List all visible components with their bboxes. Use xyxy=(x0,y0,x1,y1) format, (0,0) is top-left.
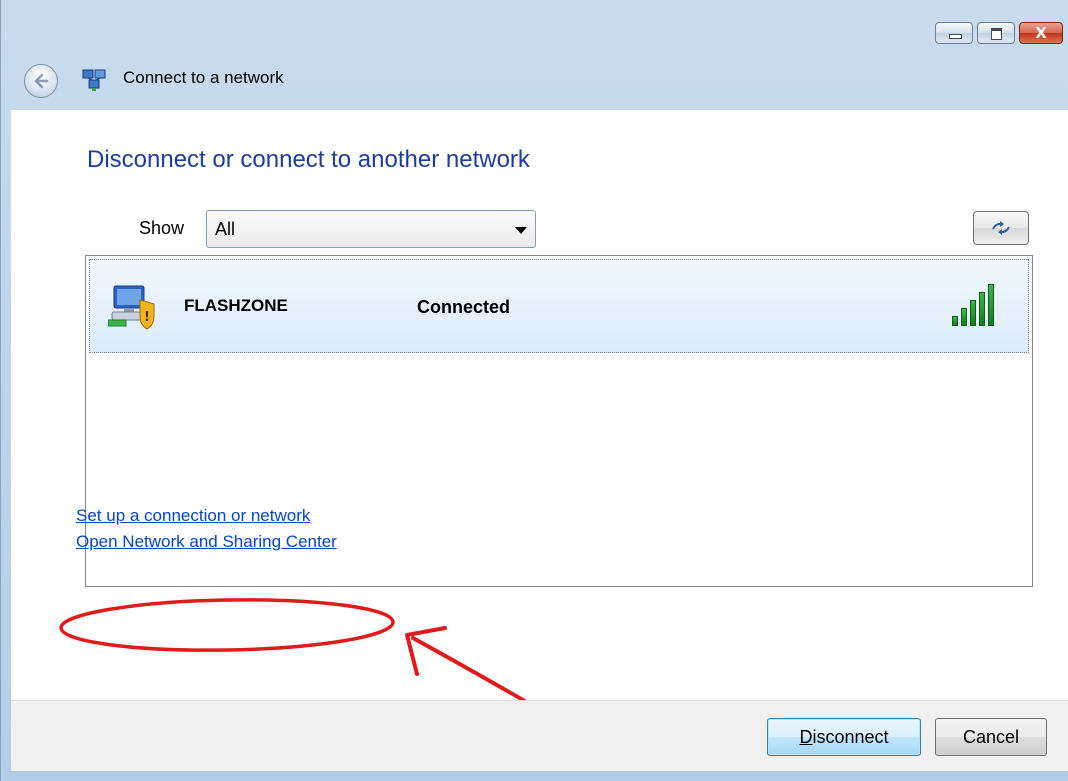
show-filter-value: All xyxy=(215,219,236,239)
maximize-icon xyxy=(991,28,1002,40)
minimize-icon xyxy=(949,34,962,39)
network-icon xyxy=(82,69,106,91)
page-heading: Disconnect or connect to another network xyxy=(87,146,530,173)
cancel-button[interactable]: Cancel xyxy=(935,718,1047,756)
computer-network-icon: ! xyxy=(108,285,155,330)
chevron-down-icon xyxy=(515,227,527,234)
minimize-button[interactable] xyxy=(935,22,973,44)
signal-bar xyxy=(979,292,985,326)
disconnect-label: isconnect xyxy=(812,726,889,747)
back-arrow-icon xyxy=(34,73,49,89)
dialog-footer: Disconnect Cancel xyxy=(11,700,1068,771)
disconnect-accelerator: D xyxy=(799,726,813,747)
refresh-icon xyxy=(992,221,1010,235)
network-status: Connected xyxy=(417,297,511,317)
close-button[interactable]: X xyxy=(1019,22,1063,44)
back-button[interactable] xyxy=(24,64,58,98)
svg-text:!: ! xyxy=(144,310,150,325)
window-title: Connect to a network xyxy=(123,68,284,87)
setup-connection-link[interactable]: Set up a connection or network xyxy=(76,506,310,526)
disconnect-button[interactable]: Disconnect xyxy=(767,718,921,756)
network-sharing-center-link[interactable]: Open Network and Sharing Center xyxy=(76,532,337,552)
signal-bar xyxy=(961,308,967,326)
content-area: Disconnect or connect to another network… xyxy=(11,110,1068,700)
show-filter-dropdown[interactable]: All xyxy=(206,210,536,248)
signal-bar xyxy=(952,316,958,326)
window-controls: X xyxy=(935,22,1063,44)
close-icon: X xyxy=(1035,24,1047,42)
signal-bar xyxy=(988,284,994,326)
dialog-window: X Connect to a network Disconnect or con… xyxy=(0,0,1068,781)
signal-bar xyxy=(970,300,976,326)
network-row-flashzone[interactable]: ! FLASHZONE Connected xyxy=(89,259,1029,353)
maximize-button[interactable] xyxy=(977,22,1015,44)
network-name: FLASHZONE xyxy=(184,296,288,315)
show-label: Show xyxy=(139,218,185,238)
refresh-button[interactable] xyxy=(973,211,1029,245)
signal-strength-icon xyxy=(952,284,1002,326)
